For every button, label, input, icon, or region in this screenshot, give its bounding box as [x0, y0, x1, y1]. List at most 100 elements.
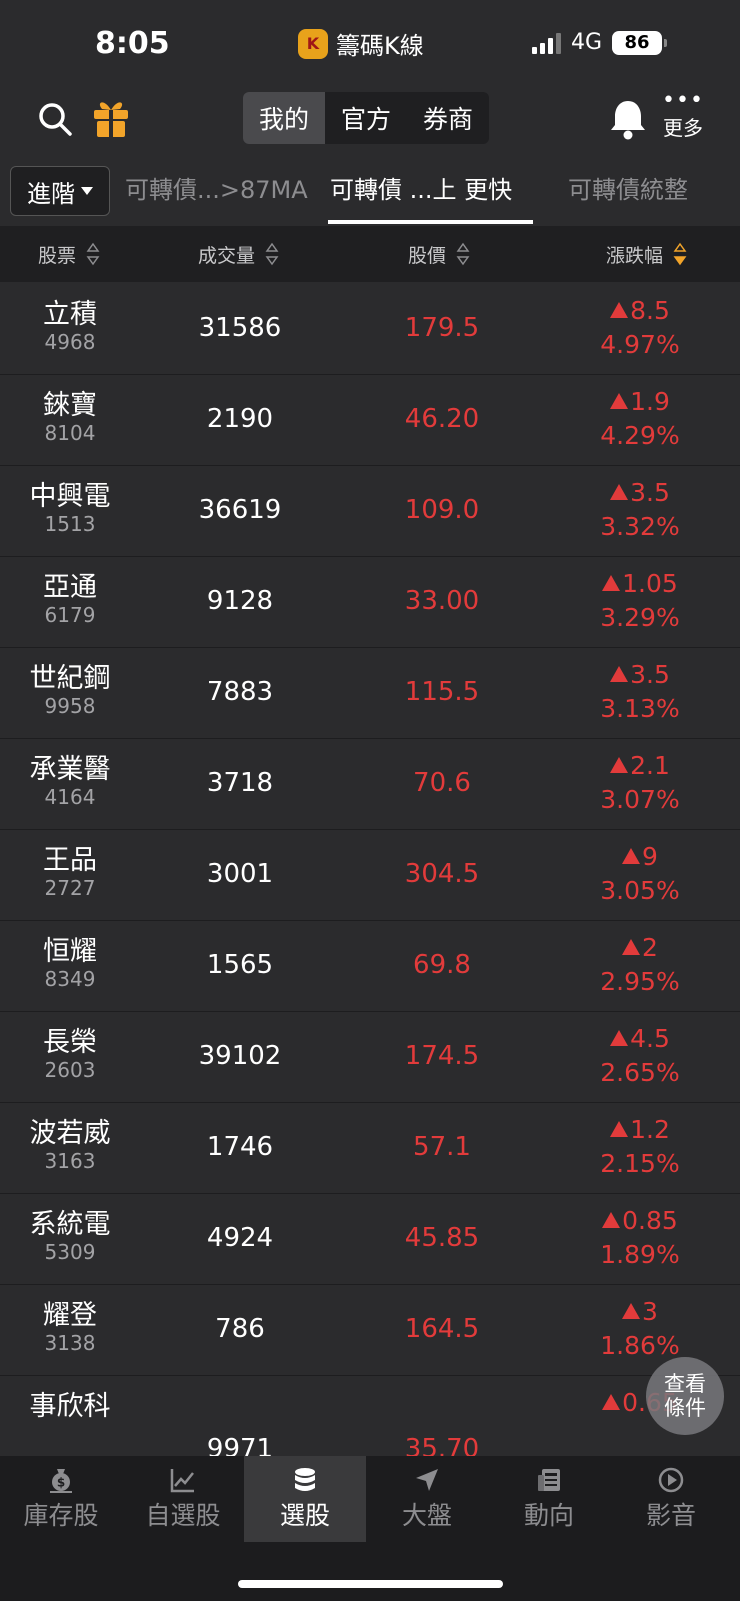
nav-video[interactable]: 影音 — [610, 1456, 732, 1542]
table-row[interactable]: 世紀鋼 9958 7883 115.5 3.5 3.13% — [0, 646, 740, 739]
table-row[interactable]: 中興電 1513 36619 109.0 3.5 3.32% — [0, 464, 740, 557]
filter-tabs: 進階 可轉債...>87MA 可轉債 ...上 更快 可轉債統整 — [0, 156, 740, 226]
sort-icon — [86, 242, 100, 266]
gift-icon[interactable] — [92, 98, 130, 138]
table-row[interactable]: 事欣科 9971 35.70 0.65 — [0, 1374, 740, 1456]
stock-volume: 3718 — [206, 768, 274, 798]
tab-filter-2[interactable]: 可轉債 ...上 更快 — [330, 170, 512, 205]
stock-change: 8.5 4.97% — [560, 294, 720, 362]
status-app-indicator: K 籌碼K線 — [298, 26, 424, 61]
advanced-dropdown[interactable]: 進階 — [10, 166, 110, 216]
bell-icon[interactable] — [608, 98, 648, 140]
nav-label: 自選股 — [145, 1501, 221, 1530]
nav-market[interactable]: 大盤 — [366, 1456, 488, 1542]
stock-code: 9958 — [44, 694, 96, 718]
stock-change: 3.5 3.13% — [560, 658, 720, 726]
header-change[interactable]: 漲跌幅 — [606, 226, 687, 282]
tab-filter-1[interactable]: 可轉債...>87MA — [125, 170, 308, 205]
up-arrow-icon — [610, 757, 629, 773]
nav-inventory[interactable]: $ 庫存股 — [0, 1456, 122, 1542]
stock-code: 3163 — [44, 1149, 96, 1173]
segment-official[interactable]: 官方 — [325, 92, 407, 144]
change-percent: 2.65% — [600, 1058, 680, 1087]
stock-change: 1.2 2.15% — [560, 1113, 720, 1181]
search-icon[interactable] — [38, 102, 72, 136]
stock-volume: 31586 — [198, 313, 282, 343]
stock-price: 57.1 — [413, 1132, 471, 1162]
nav-stock-picker[interactable]: 選股 — [244, 1456, 366, 1542]
status-right: 4G 86 — [532, 30, 668, 55]
table-row[interactable]: 恒耀 8349 1565 69.8 2 2.95% — [0, 919, 740, 1012]
chevron-down-icon — [81, 187, 93, 195]
play-circle-icon — [658, 1467, 684, 1493]
stock-volume: 786 — [215, 1314, 265, 1344]
stock-code: 2603 — [44, 1058, 96, 1082]
table-row[interactable]: 耀登 3138 786 164.5 3 1.86% — [0, 1283, 740, 1376]
stock-code: 8349 — [44, 967, 96, 991]
table-row[interactable]: 亞通 6179 9128 33.00 1.05 3.29% — [0, 555, 740, 648]
stock-name: 耀登 — [43, 1300, 97, 1331]
change-amount: 1.2 — [630, 1115, 670, 1144]
stock-change: 1.05 3.29% — [560, 567, 720, 635]
stock-change: 3 1.86% — [560, 1295, 720, 1363]
stock-code: 6179 — [44, 603, 96, 627]
fab-line1: 查看 — [664, 1372, 706, 1396]
table-row[interactable]: 王品 2727 3001 304.5 9 3.05% — [0, 828, 740, 921]
header-price-label: 股價 — [408, 244, 447, 267]
sort-icon — [456, 242, 470, 266]
table-row[interactable]: 錸寶 8104 2190 46.20 1.9 4.29% — [0, 373, 740, 466]
home-indicator — [238, 1580, 503, 1588]
more-button[interactable]: ••• 更多 — [660, 88, 706, 141]
nav-trends[interactable]: 動向 — [488, 1456, 610, 1542]
stock-price: 174.5 — [404, 1041, 480, 1071]
fab-line2: 條件 — [664, 1396, 706, 1420]
up-arrow-icon — [602, 1394, 621, 1410]
change-percent: 4.97% — [600, 330, 680, 359]
status-time: 8:05 — [95, 26, 170, 61]
stock-change: 2.1 3.07% — [560, 749, 720, 817]
stock-name: 恒耀 — [43, 936, 97, 967]
change-percent: 3.29% — [600, 603, 680, 632]
change-amount: 4.5 — [630, 1024, 670, 1053]
stock-price: 304.5 — [404, 859, 480, 889]
up-arrow-icon — [602, 575, 621, 591]
segment-mine[interactable]: 我的 — [243, 92, 325, 144]
network-type: 4G — [571, 30, 603, 55]
stock-volume: 4924 — [206, 1223, 274, 1253]
change-percent: 3.07% — [600, 785, 680, 814]
table-row[interactable]: 立積 4968 31586 179.5 8.5 4.97% — [0, 282, 740, 375]
stock-code: 3138 — [44, 1331, 96, 1355]
change-percent: 4.29% — [600, 421, 680, 450]
header-price[interactable]: 股價 — [408, 226, 470, 282]
status-bar: 8:05 K 籌碼K線 4G 86 — [0, 0, 740, 84]
change-percent: 2.95% — [600, 967, 680, 996]
stock-name: 長榮 — [43, 1027, 97, 1058]
nav-watchlist[interactable]: 自選股 — [122, 1456, 244, 1542]
segment-broker[interactable]: 券商 — [407, 92, 489, 144]
stock-name: 波若威 — [29, 1118, 111, 1149]
stock-price: 109.0 — [404, 495, 480, 525]
header-volume[interactable]: 成交量 — [198, 226, 279, 282]
table-row[interactable]: 系統電 5309 4924 45.85 0.85 1.89% — [0, 1192, 740, 1285]
nav-label: 動向 — [523, 1501, 574, 1530]
more-dots-icon: ••• — [662, 88, 704, 113]
stock-volume: 39102 — [198, 1041, 282, 1071]
header-volume-label: 成交量 — [198, 244, 256, 267]
stock-volume: 1565 — [206, 950, 274, 980]
status-app-name: 籌碼K線 — [336, 32, 424, 60]
stock-name: 承業醫 — [29, 754, 111, 785]
table-row[interactable]: 承業醫 4164 3718 70.6 2.1 3.07% — [0, 737, 740, 830]
battery-icon: 86 — [612, 30, 668, 55]
table-row[interactable]: 長榮 2603 39102 174.5 4.5 2.65% — [0, 1010, 740, 1103]
view-conditions-button[interactable]: 查看 條件 — [646, 1357, 724, 1435]
tab-filter-3[interactable]: 可轉債統整 — [568, 170, 688, 205]
table-row[interactable]: 波若威 3163 1746 57.1 1.2 2.15% — [0, 1101, 740, 1194]
up-arrow-icon — [610, 666, 629, 682]
signal-icon — [532, 32, 561, 54]
stock-price: 45.85 — [404, 1223, 480, 1253]
up-arrow-icon — [602, 1212, 621, 1228]
change-amount: 8.5 — [630, 296, 670, 325]
stock-volume: 9971 — [206, 1434, 274, 1456]
battery-level: 86 — [624, 32, 650, 53]
header-stock[interactable]: 股票 — [38, 226, 100, 282]
